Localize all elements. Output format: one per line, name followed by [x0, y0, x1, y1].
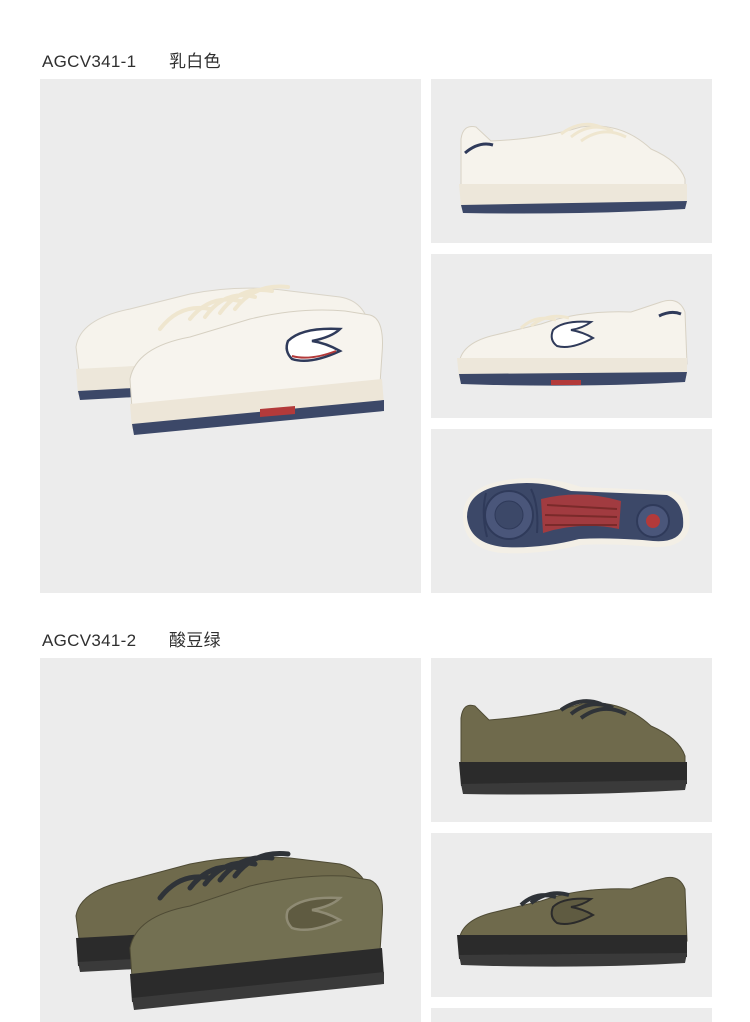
variant-1-thumb-outsole[interactable]: [431, 429, 712, 593]
shoe-pair-white-image: [40, 79, 421, 593]
shoe-side-logo-green-image: [431, 833, 712, 997]
variant-1-code: AGCV341-1: [42, 52, 137, 71]
variant-2-hero-image[interactable]: [40, 658, 421, 1022]
shoe-outsole-white-image: [431, 429, 712, 593]
variant-1-thumb-side[interactable]: [431, 79, 712, 243]
variant-2-color-name: 酸豆绿: [169, 631, 221, 651]
shoe-side-green-image: [431, 658, 712, 822]
shoe-pair-green-image: [40, 658, 421, 1022]
variant-1-color-name: 乳白色: [169, 52, 221, 72]
variant-2-thumb-partial[interactable]: [431, 1008, 712, 1022]
variant-2-thumb-side-logo[interactable]: [431, 833, 712, 997]
variant-1-thumb-side-logo[interactable]: [431, 254, 712, 418]
shoe-side-white-image: [431, 79, 712, 243]
shoe-partial-green-image: [431, 1008, 712, 1022]
variant-1-hero-image[interactable]: [40, 79, 421, 593]
shoe-side-logo-white-image: [431, 254, 712, 418]
variant-2-label: AGCV341-2 酸豆绿: [42, 626, 221, 651]
variant-2-thumb-side[interactable]: [431, 658, 712, 822]
variant-1-label: AGCV341-1 乳白色: [42, 47, 221, 72]
variant-2-code: AGCV341-2: [42, 631, 137, 650]
